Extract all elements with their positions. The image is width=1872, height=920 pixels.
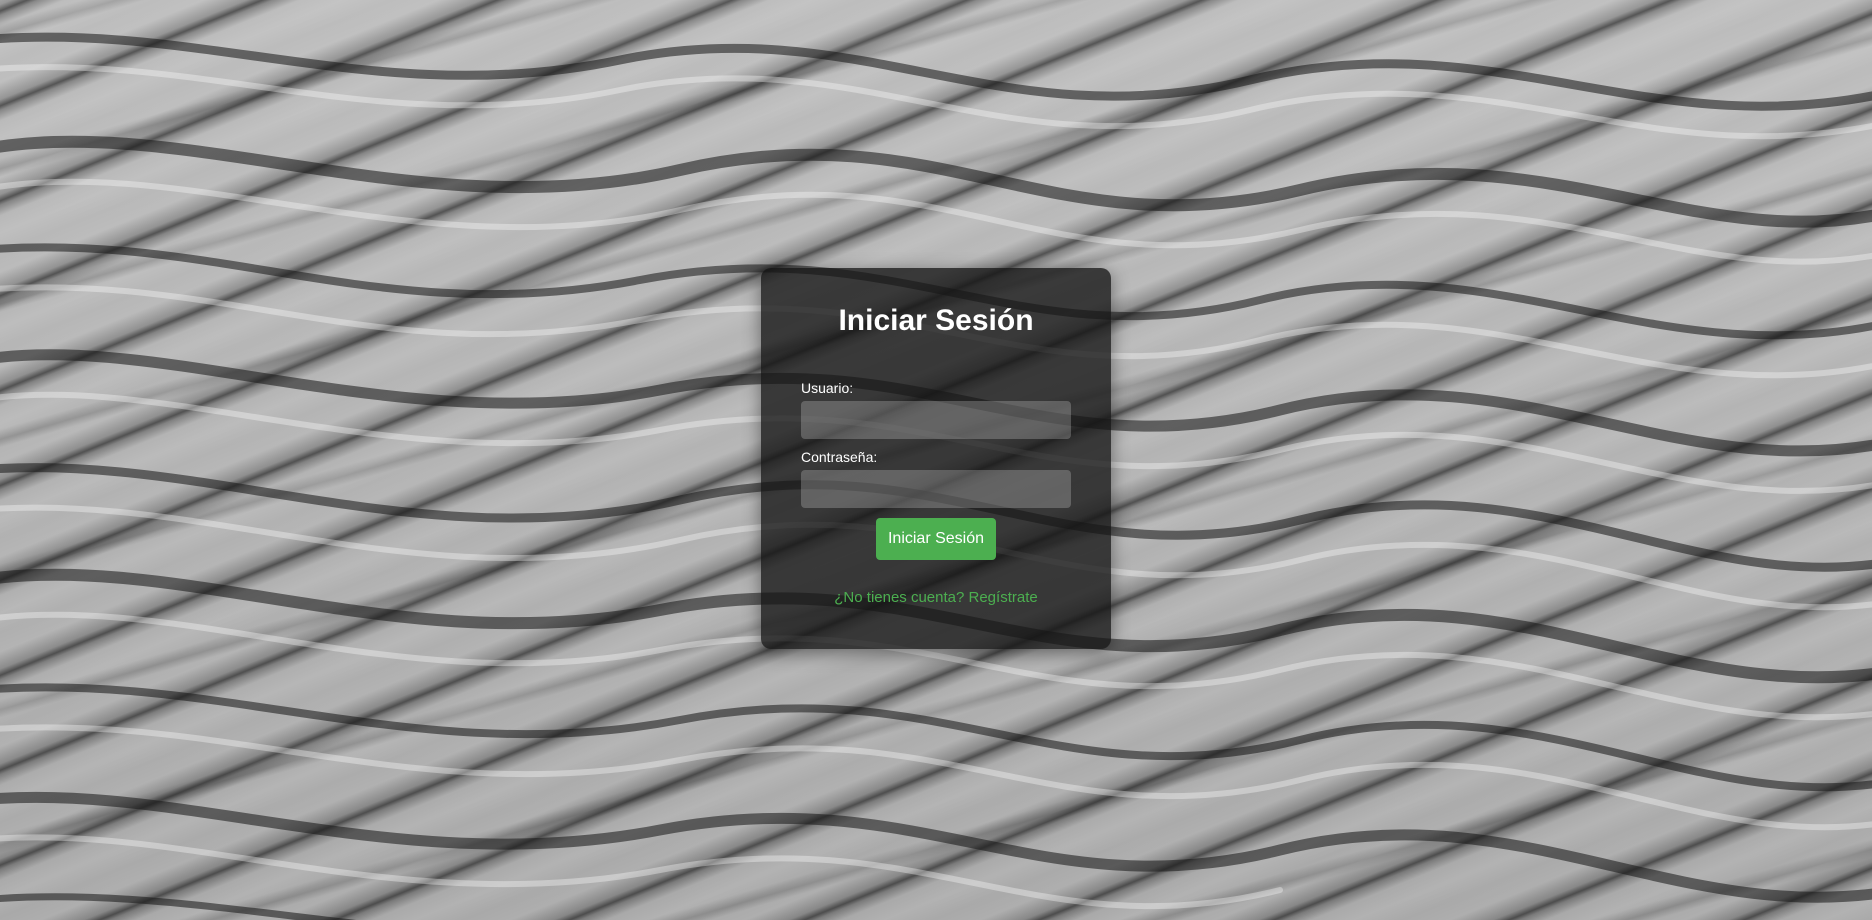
login-submit-button[interactable]: Iniciar Sesión bbox=[876, 518, 996, 560]
login-card: Iniciar Sesión Usuario: Contraseña: Inic… bbox=[761, 268, 1111, 649]
register-link[interactable]: ¿No tienes cuenta? Regístrate bbox=[761, 589, 1111, 606]
password-label: Contraseña: bbox=[801, 449, 878, 465]
login-title: Iniciar Sesión bbox=[838, 304, 1034, 337]
password-input[interactable] bbox=[801, 470, 1071, 508]
username-label: Usuario: bbox=[801, 380, 854, 396]
username-input[interactable] bbox=[801, 401, 1071, 439]
